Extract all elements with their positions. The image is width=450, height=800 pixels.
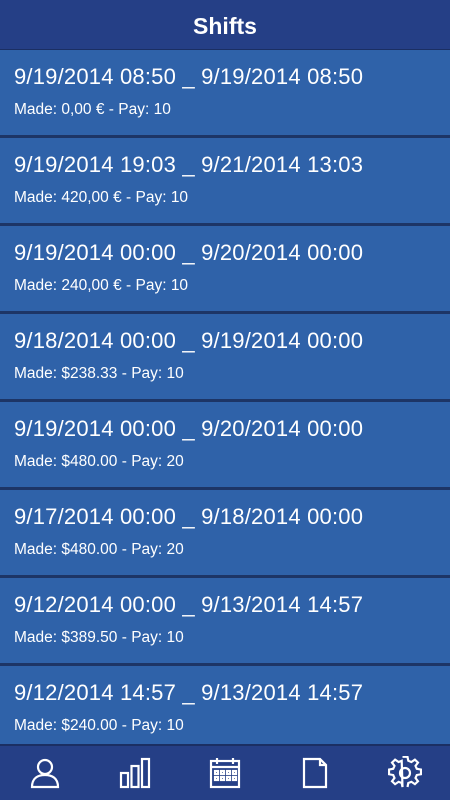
tab-calendar[interactable] [180,746,270,800]
shift-list[interactable]: 9/19/2014 08:50 _ 9/19/2014 08:50 Made: … [0,50,450,744]
shift-row[interactable]: 9/19/2014 08:50 _ 9/19/2014 08:50 Made: … [0,50,450,138]
gear-icon [388,756,422,788]
bar-chart-icon [119,757,151,789]
shift-date-range: 9/17/2014 00:00 _ 9/18/2014 00:00 [14,504,364,529]
shift-date-range: 9/19/2014 19:03 _ 9/21/2014 13:03 [14,152,364,177]
shift-date-range: 9/19/2014 00:00 _ 9/20/2014 00:00 [14,416,364,441]
shift-row[interactable]: 9/12/2014 14:57 _ 9/13/2014 14:57 Made: … [0,666,450,744]
document-icon [302,757,328,789]
header-bar: Shifts [0,0,450,50]
bottom-tab-bar [0,744,450,800]
shift-row[interactable]: 9/12/2014 00:00 _ 9/13/2014 14:57 Made: … [0,578,450,666]
shift-earnings: Made: $238.33 - Pay: 10 [14,365,184,382]
shift-row[interactable]: 9/19/2014 00:00 _ 9/20/2014 00:00 Made: … [0,226,450,314]
tab-settings[interactable] [360,746,450,800]
person-icon [30,758,60,789]
calendar-icon [209,758,241,789]
shift-earnings: Made: 240,00 € - Pay: 10 [14,277,189,294]
shift-date-range: 9/18/2014 00:00 _ 9/19/2014 00:00 [14,328,364,353]
app-screen: Shifts 9/19/2014 08:50 _ 9/19/2014 08:50… [0,0,450,800]
shift-date-range: 9/12/2014 14:57 _ 9/13/2014 14:57 [14,680,364,705]
shift-date-range: 9/19/2014 08:50 _ 9/19/2014 08:50 [14,64,364,89]
shift-date-range: 9/19/2014 00:00 _ 9/20/2014 00:00 [14,240,364,265]
shift-row[interactable]: 9/19/2014 00:00 _ 9/20/2014 00:00 Made: … [0,402,450,490]
shift-earnings: Made: 0,00 € - Pay: 10 [14,101,171,118]
page-title: Shifts [193,13,257,39]
tab-statistics[interactable] [90,746,180,800]
shift-row[interactable]: 9/18/2014 00:00 _ 9/19/2014 00:00 Made: … [0,314,450,402]
shift-row[interactable]: 9/17/2014 00:00 _ 9/18/2014 00:00 Made: … [0,490,450,578]
tab-reports[interactable] [270,746,360,800]
shift-row[interactable]: 9/19/2014 19:03 _ 9/21/2014 13:03 Made: … [0,138,450,226]
shift-date-range: 9/12/2014 00:00 _ 9/13/2014 14:57 [14,592,364,617]
tab-profile[interactable] [0,746,90,800]
shift-earnings: Made: $240.00 - Pay: 10 [14,717,184,734]
shift-earnings: Made: 420,00 € - Pay: 10 [14,189,189,206]
shift-earnings: Made: $480.00 - Pay: 20 [14,453,184,470]
shift-earnings: Made: $389.50 - Pay: 10 [14,629,184,646]
shift-earnings: Made: $480.00 - Pay: 20 [14,541,184,558]
